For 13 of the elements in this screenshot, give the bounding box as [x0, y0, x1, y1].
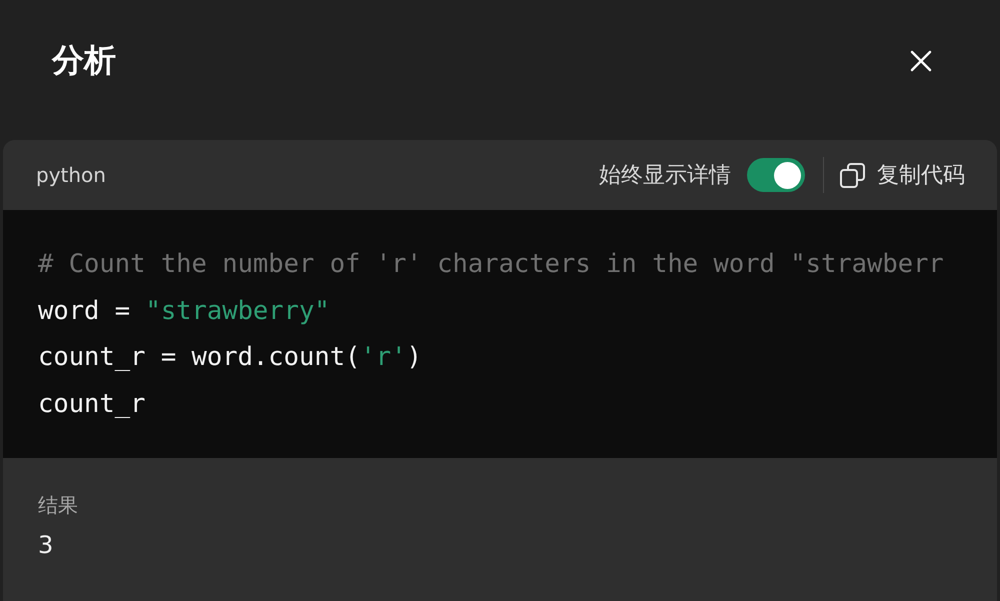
code-line: # Count the number of 'r' characters in the word "strawberr: [38, 248, 945, 281]
close-icon[interactable]: [910, 50, 932, 72]
language-label: python: [36, 163, 107, 187]
code-line: count_r: [38, 388, 146, 422]
details-toggle[interactable]: [747, 158, 805, 192]
code-line: count_r = word.count('r'): [38, 341, 423, 374]
dialog-title: 分析: [52, 40, 116, 81]
code-line: word = "strawberry": [38, 294, 331, 328]
toggle-label: 始终显示详情: [599, 162, 731, 190]
result-value: 3: [38, 531, 54, 559]
result-label: 结果: [38, 492, 79, 519]
copy-icon: [840, 162, 865, 188]
copy-code-button[interactable]: 复制代码: [840, 160, 965, 190]
